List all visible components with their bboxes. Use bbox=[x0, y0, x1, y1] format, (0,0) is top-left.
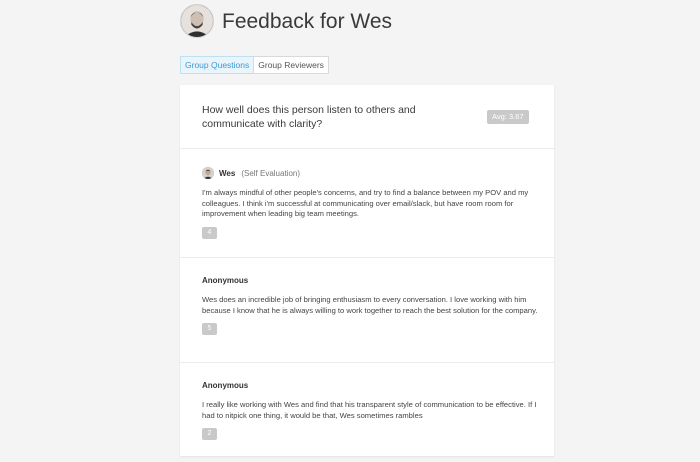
comment-text: I'm always mindful of other people's con… bbox=[202, 188, 529, 218]
self-evaluation-label: (Self Evaluation) bbox=[241, 168, 301, 178]
divider bbox=[180, 362, 554, 363]
comment-text: Wes does an incredible job of bringing e… bbox=[202, 295, 538, 315]
average-badge: Avg: 3.67 bbox=[487, 110, 529, 124]
reviewer-name: Anonymous bbox=[202, 380, 249, 390]
score-badge: 2 bbox=[202, 428, 217, 440]
feedback-card: How well does this person listen to othe… bbox=[180, 85, 554, 456]
avatar bbox=[202, 167, 214, 179]
divider bbox=[180, 257, 554, 258]
divider bbox=[180, 148, 554, 149]
avatar bbox=[180, 4, 214, 38]
comment-text: I really like working with Wes and find … bbox=[202, 400, 537, 420]
reviewer-name: Anonymous bbox=[202, 275, 249, 285]
question-text: How well does this person listen to othe… bbox=[202, 104, 416, 130]
tab-group-reviewers[interactable]: Group Reviewers bbox=[253, 56, 329, 74]
tab-bar: Group Questions Group Reviewers bbox=[180, 56, 329, 74]
reviewer: Anonymous bbox=[202, 379, 538, 391]
response-item: Wes (Self Evaluation) I'm always mindful… bbox=[202, 167, 538, 239]
score-badge: 4 bbox=[202, 226, 217, 239]
page-header: Feedback for Wes bbox=[180, 3, 392, 39]
response-item: Anonymous Wes does an incredible job of … bbox=[202, 274, 538, 335]
page-title: Feedback for Wes bbox=[222, 9, 393, 33]
response-item: Anonymous I really like working with Wes… bbox=[202, 379, 538, 440]
score-badge: 5 bbox=[202, 323, 217, 335]
reviewer-name: Wes bbox=[219, 168, 236, 178]
tab-group-questions[interactable]: Group Questions bbox=[180, 56, 255, 74]
reviewer: Anonymous bbox=[202, 274, 538, 286]
reviewer: Wes (Self Evaluation) bbox=[202, 167, 538, 179]
